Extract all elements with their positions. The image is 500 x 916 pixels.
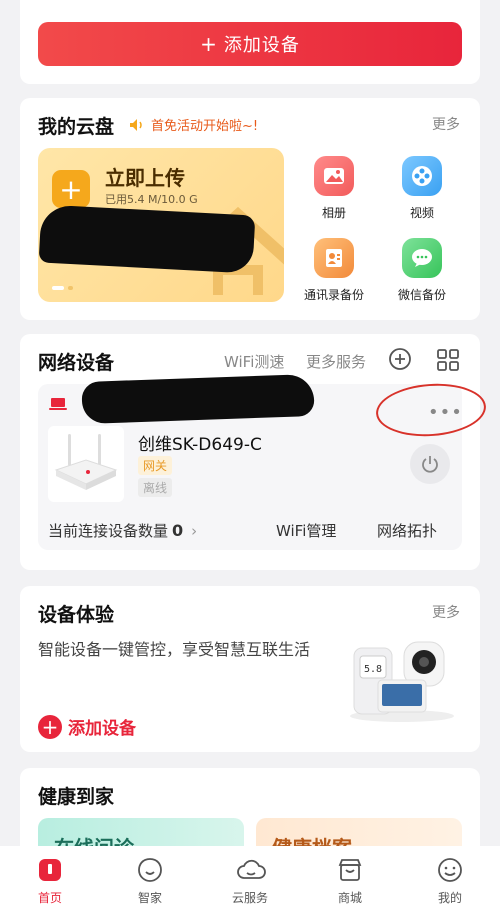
nav-label: 我的 <box>437 891 462 905</box>
experience-add-button[interactable]: + 添加设备 <box>38 714 136 739</box>
feature-video[interactable]: 视频 <box>381 156 463 221</box>
home-icon <box>36 856 64 884</box>
nav-home[interactable]: 首页 <box>0 846 100 916</box>
add-circle-icon[interactable] <box>388 347 412 371</box>
device-name: 创维SK-D649-C <box>138 435 262 455</box>
nav-cloud-services[interactable]: 云服务 <box>200 846 300 916</box>
redaction-scribble <box>81 373 315 425</box>
feature-label: 通讯录备份 <box>303 288 364 302</box>
promo-text: 首免活动开始啦~! <box>151 119 259 134</box>
feature-label: 相册 <box>321 206 346 220</box>
plus-icon: + <box>200 32 218 56</box>
feature-label: 视频 <box>409 206 434 220</box>
connected-devices-row[interactable]: 当前连接设备数量 0 › <box>48 520 197 541</box>
contacts-backup-icon <box>314 238 354 278</box>
experience-add-label: 添加设备 <box>68 719 136 739</box>
smart-devices-image: 5.8 <box>346 628 456 724</box>
topology-link[interactable]: 网络拓扑 <box>377 520 437 541</box>
upload-title: 立即上传 <box>105 166 185 190</box>
smart-home-icon <box>136 856 164 884</box>
nav-label: 智家 <box>137 891 162 905</box>
bottom-nav: 首页 智家 云服务 商城 我的 <box>0 846 500 916</box>
wifi-speedtest-link[interactable]: WiFi测速 <box>224 351 284 372</box>
feature-contacts-backup[interactable]: 通讯录备份 <box>293 238 375 303</box>
cloud-icon <box>236 856 266 884</box>
video-reel-icon <box>402 156 442 196</box>
more-dots-icon[interactable]: ••• <box>428 402 463 423</box>
photo-album-icon <box>314 156 354 196</box>
network-title: 网络设备 <box>38 352 115 374</box>
wifi-manage-link[interactable]: WiFi管理 <box>276 520 336 541</box>
nav-label: 云服务 <box>231 891 268 905</box>
experience-more-link[interactable]: 更多 <box>432 602 460 622</box>
experience-title: 设备体验 <box>38 604 115 626</box>
wechat-backup-icon <box>402 238 442 278</box>
svg-text:5.8: 5.8 <box>364 664 382 675</box>
promo-banner[interactable]: 首免活动开始啦~! <box>129 115 258 134</box>
grid-menu-icon[interactable] <box>436 348 460 372</box>
offline-tag: 离线 <box>138 478 173 497</box>
gateway-tag: 网关 <box>138 456 173 475</box>
profile-icon <box>436 856 464 884</box>
feature-photo-album[interactable]: 相册 <box>293 156 375 221</box>
cloud-title: 我的云盘 <box>38 116 115 138</box>
power-button[interactable] <box>410 444 450 484</box>
experience-desc: 智能设备一键管控，享受智慧互联生活 <box>38 640 311 659</box>
more-services-link[interactable]: 更多服务 <box>306 351 366 372</box>
cloud-more-link[interactable]: 更多 <box>432 114 460 134</box>
store-icon <box>336 856 364 884</box>
nav-profile[interactable]: 我的 <box>400 846 500 916</box>
nav-label: 首页 <box>37 891 62 905</box>
router-image <box>48 426 124 502</box>
laptop-icon <box>48 396 68 412</box>
speaker-icon <box>129 118 145 132</box>
carousel-dots <box>52 286 73 290</box>
power-icon <box>422 456 438 473</box>
nav-store[interactable]: 商城 <box>300 846 400 916</box>
upload-card[interactable]: + 立即上传 已用5.4 M/10.0 G <box>38 148 284 302</box>
chevron-right-icon: › <box>191 521 198 540</box>
redaction-scribble <box>38 204 256 274</box>
nav-label: 商城 <box>337 891 362 905</box>
connected-count: 0 <box>172 521 184 540</box>
add-circle-red-icon: + <box>38 714 62 739</box>
health-title: 健康到家 <box>38 786 115 808</box>
connected-label: 当前连接设备数量 <box>48 522 169 540</box>
add-device-label: 添加设备 <box>223 35 300 56</box>
upload-plus-icon: + <box>52 170 90 208</box>
feature-wechat-backup[interactable]: 微信备份 <box>381 238 463 303</box>
add-device-button[interactable]: + 添加设备 <box>38 22 462 66</box>
feature-label: 微信备份 <box>397 288 446 302</box>
nav-smart-home[interactable]: 智家 <box>100 846 200 916</box>
